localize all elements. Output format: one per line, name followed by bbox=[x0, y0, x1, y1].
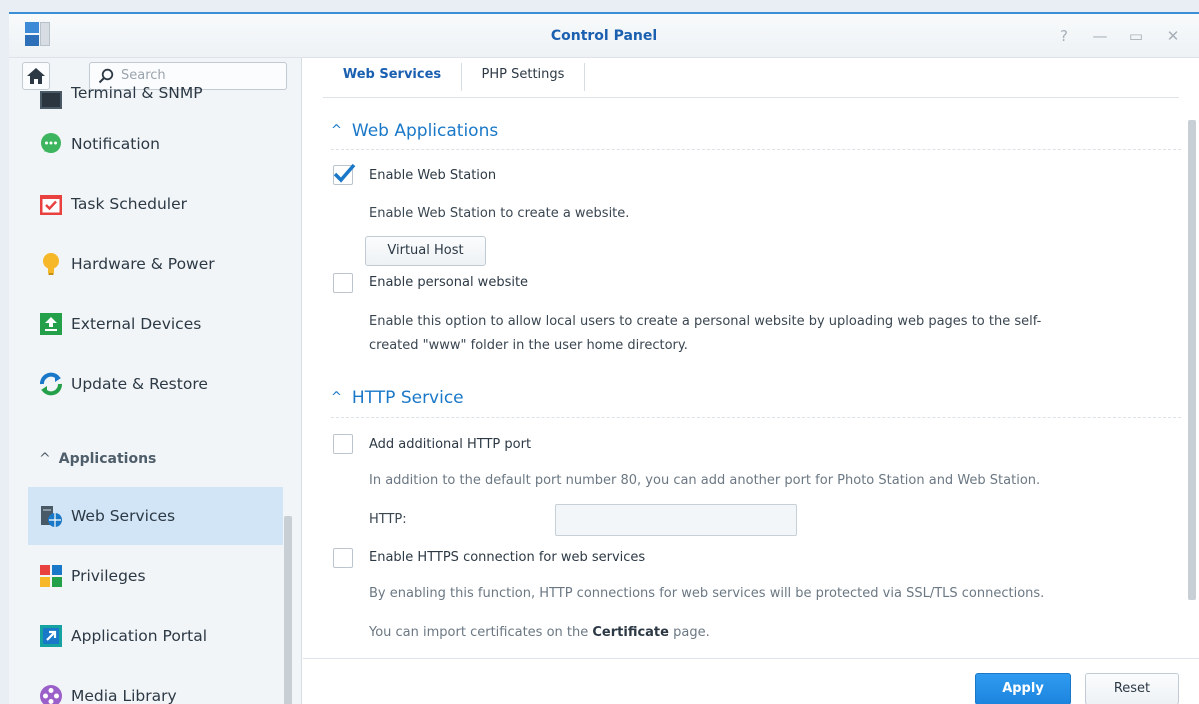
settings-content: ^ Web Applications Enable Web Station Ena… bbox=[303, 98, 1199, 658]
sidebar: Search Terminal & SNMP Notification Task… bbox=[9, 58, 302, 704]
enable-web-station-checkbox[interactable] bbox=[333, 163, 356, 185]
film-reel-icon bbox=[40, 685, 62, 704]
chevron-up-icon: ^ bbox=[331, 123, 342, 138]
portal-arrow-icon bbox=[40, 625, 62, 647]
lightbulb-icon bbox=[43, 253, 59, 275]
refresh-icon bbox=[40, 372, 62, 396]
section-header-http-service[interactable]: ^ HTTP Service bbox=[331, 388, 464, 408]
sidebar-item-web-services[interactable]: Web Services bbox=[28, 487, 283, 545]
control-panel-window: Control Panel ? — ▭ ✕ Search Terminal & … bbox=[9, 12, 1199, 704]
tab-bar: Web Services PHP Settings bbox=[323, 58, 1179, 98]
sidebar-item-task-scheduler[interactable]: Task Scheduler bbox=[28, 175, 283, 233]
sidebar-item-media-library[interactable]: Media Library bbox=[28, 667, 283, 704]
enable-https-checkbox[interactable] bbox=[333, 548, 353, 568]
content-scrollbar[interactable] bbox=[1188, 120, 1196, 600]
upload-device-icon bbox=[40, 313, 62, 335]
chat-bubble-icon bbox=[41, 133, 61, 153]
enable-https-label: Enable HTTPS connection for web services bbox=[369, 550, 646, 565]
section-divider bbox=[331, 149, 1181, 150]
https-description: By enabling this function, HTTP connecti… bbox=[369, 586, 1045, 601]
additional-port-description: In addition to the default port number 8… bbox=[369, 473, 1041, 488]
maximize-icon[interactable]: ▭ bbox=[1127, 27, 1145, 45]
tab-divider bbox=[584, 63, 585, 91]
sidebar-item-notification[interactable]: Notification bbox=[28, 115, 283, 173]
calendar-check-icon bbox=[40, 195, 62, 215]
web-services-icon bbox=[41, 506, 62, 527]
chevron-up-icon: ^ bbox=[39, 451, 51, 467]
personal-website-description-line2: created "www" folder in the user home di… bbox=[369, 338, 688, 353]
certificate-note: You can import certificates on the Certi… bbox=[369, 625, 710, 640]
checkmark-icon bbox=[333, 163, 356, 183]
minimize-icon[interactable]: — bbox=[1091, 27, 1109, 45]
search-icon bbox=[98, 68, 114, 84]
sidebar-item-update-restore[interactable]: Update & Restore bbox=[28, 355, 283, 413]
sidebar-item-hardware-power[interactable]: Hardware & Power bbox=[28, 235, 283, 293]
group-header-applications[interactable]: ^ Applications bbox=[39, 451, 156, 467]
http-port-label: HTTP: bbox=[369, 512, 407, 527]
help-icon[interactable]: ? bbox=[1055, 27, 1073, 45]
http-port-input[interactable] bbox=[555, 504, 797, 536]
certificate-link[interactable]: Certificate bbox=[592, 625, 669, 640]
enable-personal-website-checkbox[interactable] bbox=[333, 273, 353, 293]
sidebar-item-application-portal[interactable]: Application Portal bbox=[28, 607, 283, 665]
terminal-icon bbox=[40, 91, 62, 109]
main-panel: Web Services PHP Settings ^ Web Applicati… bbox=[303, 58, 1199, 704]
section-divider bbox=[331, 417, 1181, 418]
apply-button[interactable]: Apply bbox=[975, 673, 1071, 704]
close-icon[interactable]: ✕ bbox=[1164, 27, 1182, 45]
sidebar-item-privileges[interactable]: Privileges bbox=[28, 547, 283, 605]
search-placeholder: Search bbox=[121, 68, 166, 83]
enable-personal-website-label: Enable personal website bbox=[369, 275, 529, 290]
reset-button[interactable]: Reset bbox=[1085, 673, 1179, 704]
personal-website-description-line1: Enable this option to allow local users … bbox=[369, 314, 1042, 329]
additional-http-port-label: Add additional HTTP port bbox=[369, 437, 532, 452]
window-title: Control Panel bbox=[550, 28, 658, 44]
tab-php-settings[interactable]: PHP Settings bbox=[462, 58, 584, 98]
web-station-description: Enable Web Station to create a website. bbox=[369, 206, 630, 221]
chevron-up-icon: ^ bbox=[331, 390, 342, 405]
enable-web-station-label: Enable Web Station bbox=[369, 168, 497, 183]
footer-bar: Apply Reset bbox=[303, 658, 1199, 704]
sidebar-scrollbar[interactable] bbox=[284, 516, 292, 704]
tab-web-services[interactable]: Web Services bbox=[323, 58, 461, 98]
title-bar: Control Panel ? — ▭ ✕ bbox=[9, 14, 1199, 58]
privileges-grid-icon bbox=[40, 565, 62, 587]
sidebar-item-external-devices[interactable]: External Devices bbox=[28, 295, 283, 353]
sidebar-item-terminal-snmp[interactable]: Terminal & SNMP bbox=[28, 83, 283, 118]
additional-http-port-checkbox[interactable] bbox=[333, 434, 353, 454]
virtual-host-button[interactable]: Virtual Host bbox=[365, 236, 486, 266]
section-header-web-applications[interactable]: ^ Web Applications bbox=[331, 121, 498, 141]
